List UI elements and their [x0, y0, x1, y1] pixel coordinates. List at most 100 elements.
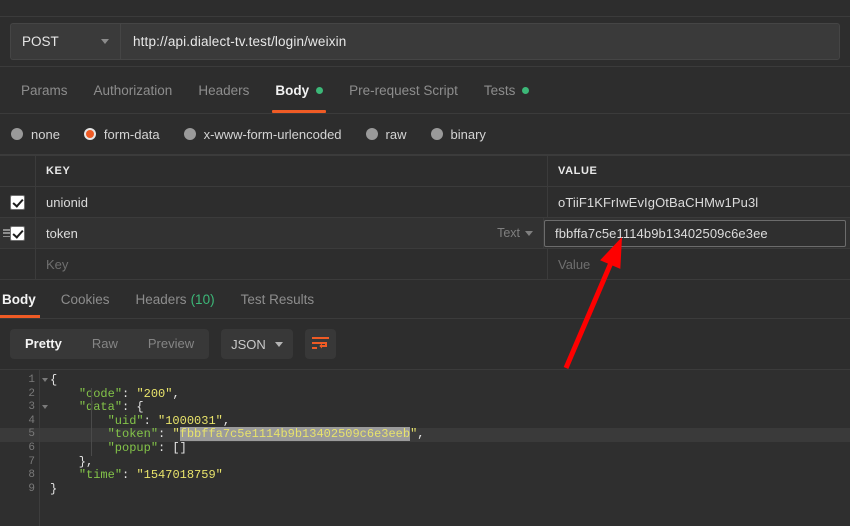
new-value-placeholder: Value [558, 256, 591, 272]
code-token: "popup" [107, 440, 159, 455]
response-tab-body[interactable]: Body [0, 281, 48, 318]
row-value-cell[interactable]: fbbffa7c5e1114b9b13402509c6e3ee [544, 220, 846, 247]
window-title-strip: ————— [0, 0, 850, 17]
new-value-input[interactable]: Value [548, 249, 850, 279]
code-token: , [222, 413, 231, 428]
chevron-down-icon [101, 39, 109, 44]
header-value-cell: VALUE [548, 156, 850, 186]
response-tab-headers[interactable]: Headers (10) [123, 281, 228, 318]
code-token: , [417, 427, 425, 442]
row-checkbox[interactable] [10, 225, 25, 241]
body-type-none[interactable]: none [11, 127, 60, 142]
line-number: 8 [28, 469, 35, 482]
radio-icon[interactable] [430, 128, 443, 140]
row-value-cell[interactable]: oTiiF1KFrIwEvIgOtBaCHMw1Pu3l [548, 187, 850, 217]
tab-params[interactable]: Params [8, 67, 81, 113]
response-tab-label: Test Results [240, 292, 315, 307]
tab-label: Params [21, 82, 68, 98]
tab-pre-request-script[interactable]: Pre-request Script [336, 67, 471, 113]
code-token: : { [122, 400, 144, 415]
tab-label: Authorization [93, 82, 173, 98]
http-method-label: POST [22, 34, 59, 49]
tab-label: Pre-request Script [349, 82, 458, 98]
http-method-select[interactable]: POST [10, 23, 120, 60]
response-tab-test-results[interactable]: Test Results [228, 281, 328, 318]
row-checkbox[interactable] [10, 194, 25, 210]
chevron-down-icon [525, 230, 533, 236]
line-number: 9 [28, 482, 35, 495]
new-key-input[interactable]: Key [36, 249, 548, 279]
code-token: : [158, 427, 173, 442]
line-number: 5 [0, 428, 39, 442]
tab-body[interactable]: Body [262, 67, 336, 113]
line-number: 1 [0, 374, 48, 388]
code-line: "time": "1547018759" [40, 468, 850, 483]
radio-icon[interactable] [183, 128, 196, 140]
response-tab-count: (10) [190, 292, 215, 307]
code-token: "data" [78, 400, 123, 415]
url-input[interactable]: http://api.dialect-tv.test/login/weixin [120, 23, 840, 60]
code-token: "uid" [107, 413, 144, 428]
view-raw[interactable]: Raw [77, 329, 133, 359]
response-json-viewer[interactable]: 123456789 { "code": "200", "data": { "ui… [0, 370, 850, 526]
json-code-area[interactable]: { "code": "200", "data": { "uid": "10000… [40, 370, 850, 526]
selected-token-text: fbbffa7c5e1114b9b13402509c6e3eeb [179, 427, 411, 442]
window-title-clipped: ————— [68, 0, 141, 5]
code-token: "code" [78, 386, 123, 401]
row-key-cell[interactable]: unionid [36, 187, 548, 217]
form-data-table: KEY VALUE unionid oTiiF1KFrIwEvIgOtBaCHM… [0, 155, 850, 280]
tab-headers[interactable]: Headers [185, 67, 262, 113]
code-line: "token": "fbbffa7c5e1114b9b13402509c6e3e… [40, 427, 850, 442]
code-token: "time" [78, 468, 123, 483]
radio-icon[interactable] [365, 128, 378, 140]
column-header-key: KEY [46, 165, 71, 177]
word-wrap-button[interactable] [305, 329, 337, 359]
body-type-label: none [31, 126, 60, 142]
row-type-select[interactable]: Text [497, 226, 533, 240]
body-type-form-data[interactable]: form-data [83, 126, 160, 142]
response-format-select[interactable]: JSON [221, 329, 294, 359]
code-line: "data": { [40, 400, 850, 415]
line-number: 2 [28, 387, 35, 400]
row-key-cell[interactable]: token Text [36, 218, 544, 248]
response-tab-label: Body [2, 292, 36, 307]
body-type-label: binary [450, 126, 486, 142]
code-token: }, [50, 454, 94, 469]
code-token: { [50, 373, 58, 387]
header-key-cell: KEY [36, 156, 548, 186]
code-token: "token" [107, 427, 159, 442]
code-token: "1547018759" [136, 468, 223, 483]
body-type-label: form-data [103, 126, 160, 142]
radio-icon[interactable] [83, 128, 96, 140]
response-tab-cookies[interactable]: Cookies [48, 281, 123, 318]
table-row-empty: Key Value [0, 249, 850, 280]
response-format-label: JSON [231, 336, 266, 352]
url-text: http://api.dialect-tv.test/login/weixin [133, 34, 347, 49]
tab-tests[interactable]: Tests [471, 67, 543, 113]
code-line: "code": "200", [40, 386, 850, 402]
body-type-label: raw [385, 126, 407, 142]
view-pretty[interactable]: Pretty [10, 329, 77, 359]
tab-label: Body [275, 82, 310, 98]
body-type-raw[interactable]: raw [365, 126, 407, 142]
code-line: }, [40, 454, 850, 470]
code-token: : [122, 468, 137, 483]
code-line: "uid": "1000031", [40, 413, 850, 429]
row-check-cell [0, 187, 36, 217]
chevron-down-icon [275, 341, 284, 347]
radio-icon[interactable] [11, 128, 23, 140]
table-row: token Text fbbffa7c5e1114b9b13402509c6e3… [0, 218, 850, 249]
view-preview[interactable]: Preview [133, 329, 209, 359]
body-type-x-www-form-urlencoded[interactable]: x-www-form-urlencoded [183, 127, 342, 142]
postman-window: ————— POST http://api.dialect-tv.test/lo… [0, 0, 850, 526]
column-header-value: VALUE [558, 165, 598, 177]
tab-authorization[interactable]: Authorization [81, 67, 186, 113]
line-number-gutter: 123456789 [0, 370, 48, 526]
response-tab-label: Headers [135, 292, 187, 307]
request-url-bar: POST http://api.dialect-tv.test/login/we… [0, 17, 850, 67]
body-type-binary[interactable]: binary [430, 126, 486, 142]
code-line: } [40, 482, 850, 497]
